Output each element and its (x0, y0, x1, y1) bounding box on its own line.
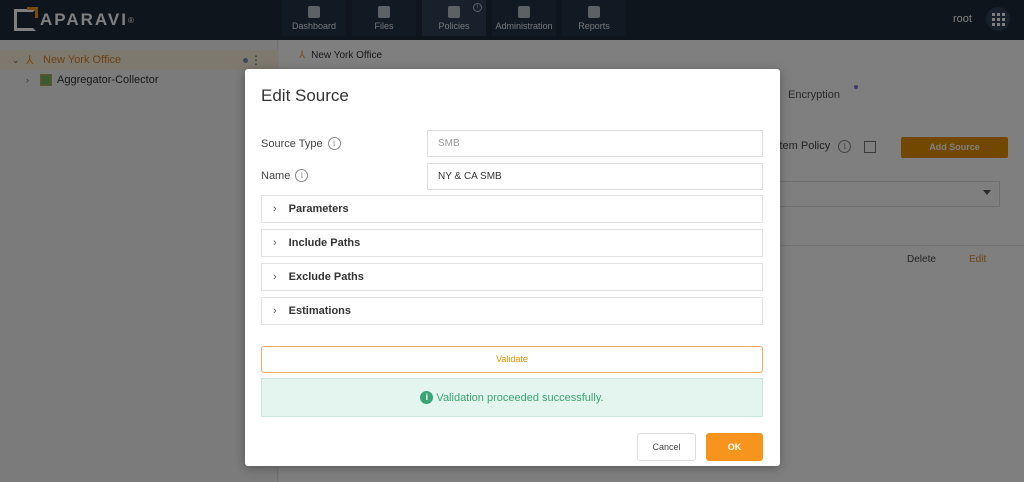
dialog-title: Edit Source (261, 86, 349, 105)
source-type-label: Source Type i (261, 137, 341, 150)
chevron-right-icon: › (273, 305, 277, 317)
section-parameters[interactable]: › Parameters (261, 195, 763, 223)
source-type-text: Source Type (261, 137, 323, 150)
cancel-button[interactable]: Cancel (637, 433, 696, 461)
validate-button[interactable]: Validate (261, 346, 763, 373)
chevron-right-icon: › (273, 237, 277, 249)
info-circle-icon: i (420, 391, 434, 404)
section-estimations[interactable]: › Estimations (261, 297, 763, 325)
section-include-paths[interactable]: › Include Paths (261, 229, 763, 257)
info-icon[interactable]: i (295, 169, 309, 182)
chevron-right-icon: › (273, 271, 277, 283)
section-exclude-paths[interactable]: › Exclude Paths (261, 263, 763, 291)
name-input[interactable]: NY & CA SMB (427, 163, 763, 190)
name-label: Name i (261, 169, 309, 182)
section-label: Exclude Paths (288, 271, 364, 283)
section-label: Estimations (288, 305, 352, 317)
section-label: Include Paths (288, 237, 361, 249)
info-icon[interactable]: i (327, 137, 341, 150)
section-label: Parameters (288, 203, 349, 215)
alert-text: Validation proceeded successfully. (436, 391, 604, 404)
source-type-field: SMB (427, 130, 763, 157)
name-text: Name (261, 169, 291, 182)
chevron-right-icon: › (273, 203, 277, 215)
edit-source-dialog: Edit Source Source Type i SMB Name i NY … (245, 69, 780, 466)
validation-success-alert: i Validation proceeded successfully. (261, 378, 763, 417)
ok-button[interactable]: OK (706, 433, 763, 461)
